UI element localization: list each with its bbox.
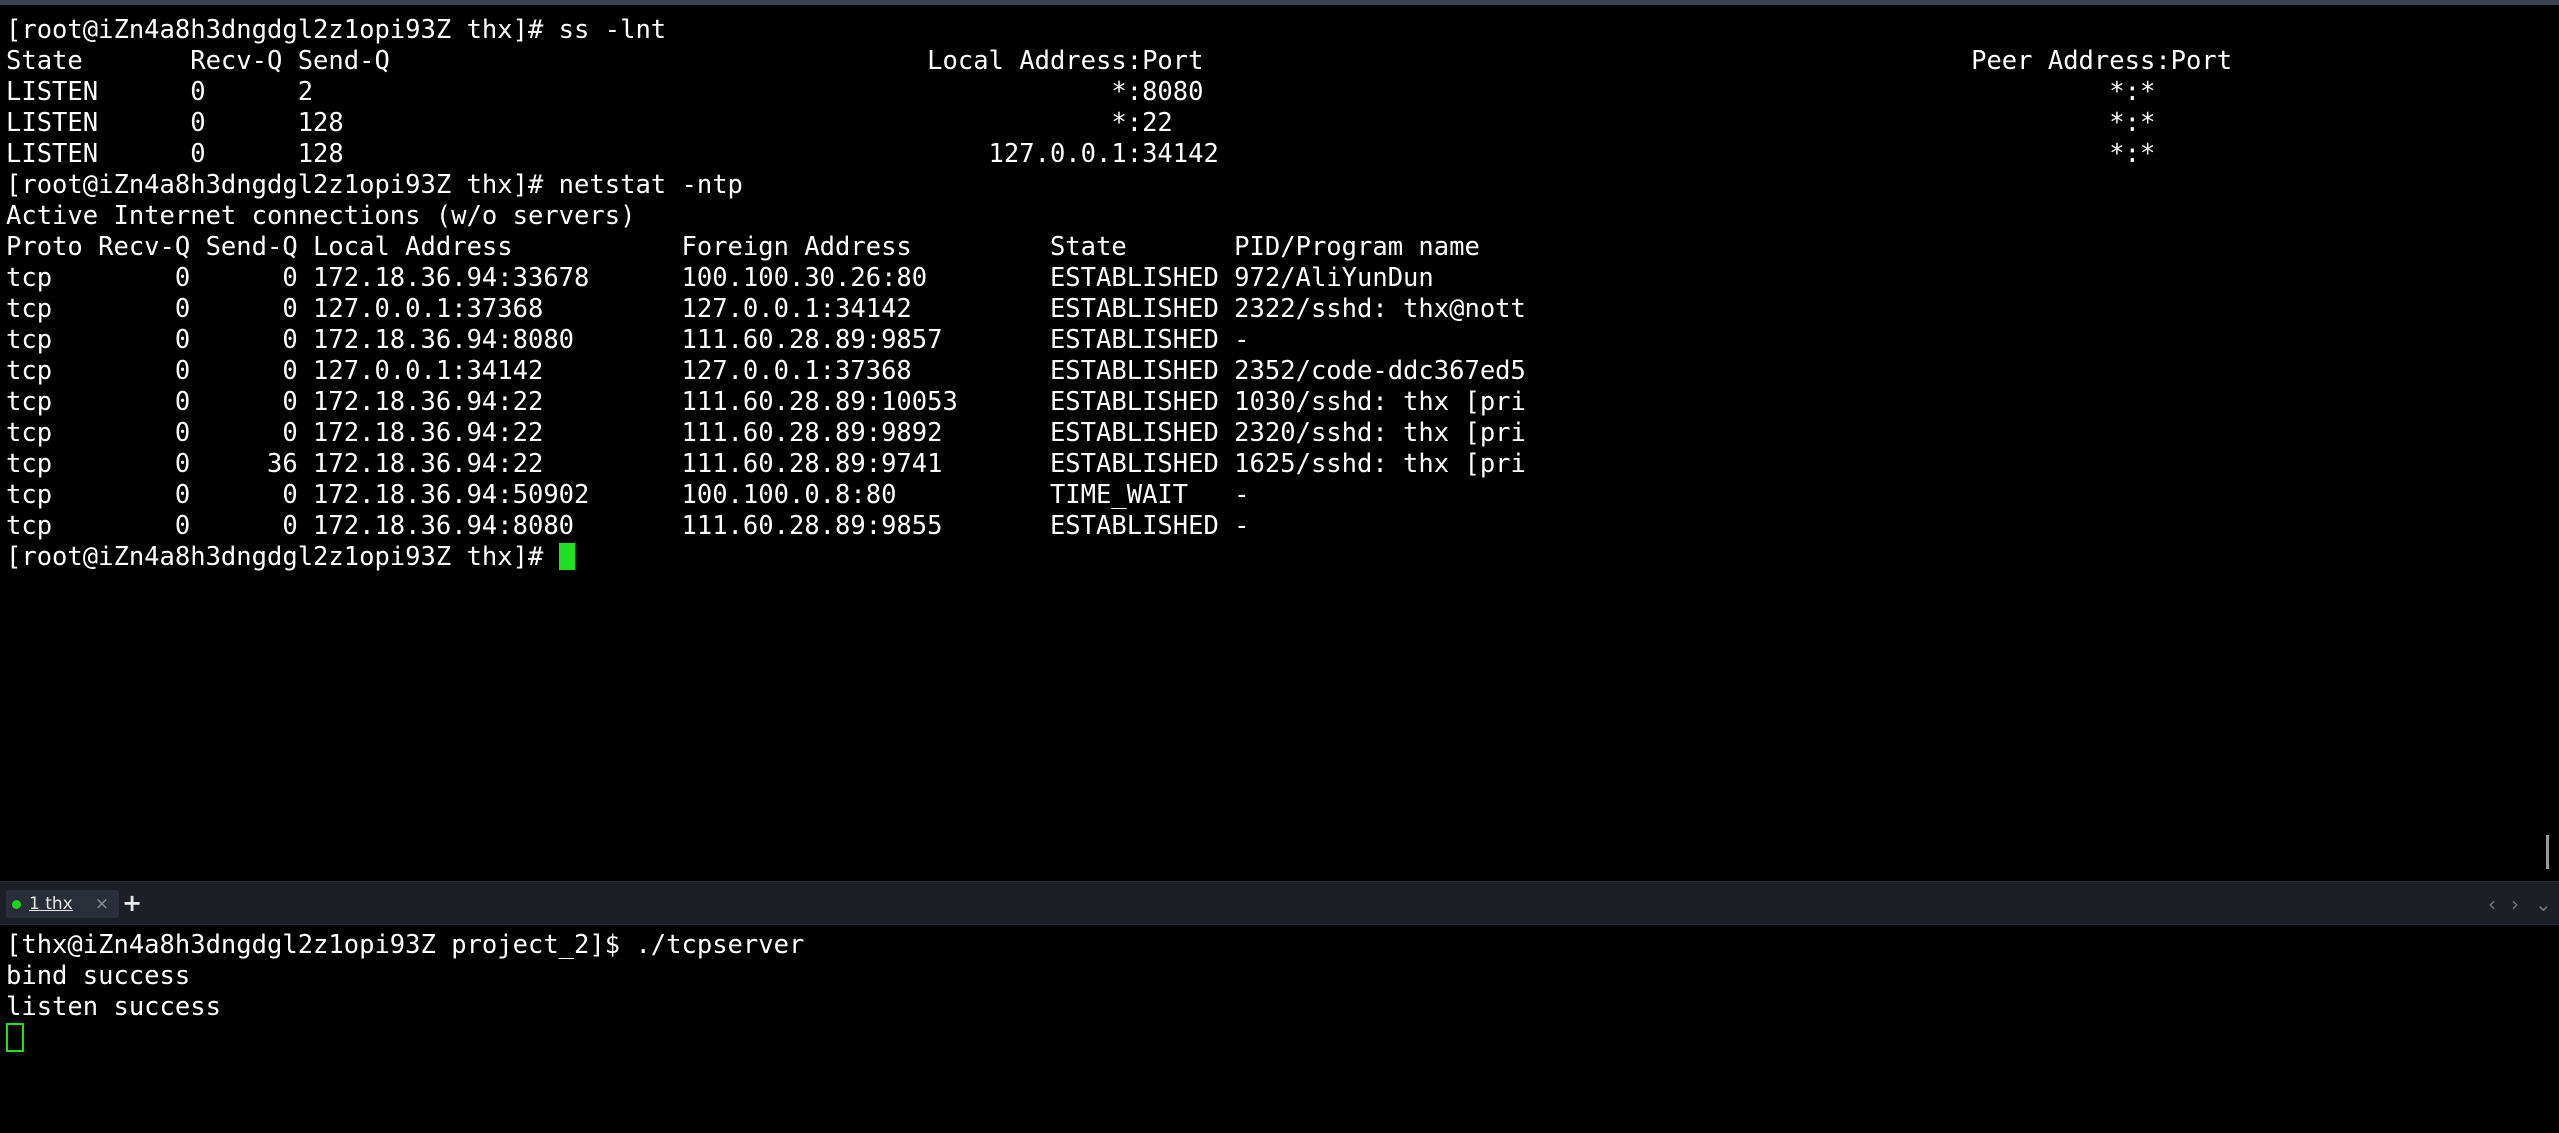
terminal-prompt-line[interactable]: [root@iZn4a8h3dngdgl2z1opi93Z thx]# [6, 542, 2232, 573]
chevron-left-icon[interactable]: ‹ [2488, 890, 2496, 918]
top-terminal-pane[interactable]: [root@iZn4a8h3dngdgl2z1opi93Z thx]# ss -… [0, 5, 2559, 881]
terminal-line: tcp 0 0 172.18.36.94:8080 111.60.28.89:9… [6, 511, 1250, 541]
terminal-cursor [558, 543, 575, 570]
close-icon[interactable]: × [95, 894, 109, 914]
terminal-line: Proto Recv-Q Send-Q Local Address Foreig… [6, 232, 1480, 262]
terminal-line: LISTEN 0 2 *:8080 *:* [6, 77, 2156, 107]
terminal-line: tcp 0 0 127.0.0.1:37368 127.0.0.1:34142 … [6, 294, 1526, 324]
status-dot-icon [12, 899, 21, 909]
terminal-line: tcp 0 0 172.18.36.94:50902 100.100.0.8:8… [6, 480, 1250, 510]
chevron-right-icon[interactable]: › [2511, 890, 2519, 918]
terminal-cursor-inactive [6, 1023, 24, 1052]
terminal-line: tcp 0 0 127.0.0.1:34142 127.0.0.1:37368 … [6, 356, 1526, 386]
chevron-down-icon[interactable]: ⌄ [2535, 890, 2552, 918]
terminal-line: tcp 0 0 172.18.36.94:8080 111.60.28.89:9… [6, 325, 1250, 355]
terminal-line: [thx@iZn4a8h3dngdgl2z1opi93Z project_2]$… [6, 930, 805, 960]
add-tab-button[interactable]: + [122, 889, 142, 917]
bottom-terminal-output: [thx@iZn4a8h3dngdgl2z1opi93Z project_2]$… [6, 930, 804, 1054]
tab-1-thx[interactable]: 1 thx × [6, 890, 119, 918]
terminal-line: Active Internet connections (w/o servers… [6, 201, 636, 231]
terminal-line: State Recv-Q Send-Q Local Address:Port P… [6, 46, 2233, 76]
terminal-tab-bar: 1 thx × + ‹ › ⌄ [0, 881, 2559, 925]
tab-label: 1 thx [29, 894, 73, 914]
terminal-line: tcp 0 0 172.18.36.94:33678 100.100.30.26… [6, 263, 1434, 293]
top-terminal-output: [root@iZn4a8h3dngdgl2z1opi93Z thx]# ss -… [6, 15, 2232, 573]
terminal-line: [root@iZn4a8h3dngdgl2z1opi93Z thx]# ss -… [6, 15, 667, 45]
terminal-line: LISTEN 0 128 *:22 *:* [6, 108, 2156, 138]
bottom-terminal-pane[interactable]: [thx@iZn4a8h3dngdgl2z1opi93Z project_2]$… [0, 925, 2559, 1133]
terminal-line: tcp 0 36 172.18.36.94:22 111.60.28.89:97… [6, 449, 1526, 479]
terminal-input-line[interactable] [6, 1023, 804, 1054]
terminal-line: LISTEN 0 128 127.0.0.1:34142 *:* [6, 139, 2156, 169]
terminal-prompt: [root@iZn4a8h3dngdgl2z1opi93Z thx]# [6, 542, 559, 572]
scrollbar-thumb[interactable] [2546, 835, 2549, 869]
terminal-line: tcp 0 0 172.18.36.94:22 111.60.28.89:100… [6, 387, 1526, 417]
terminal-line: tcp 0 0 172.18.36.94:22 111.60.28.89:989… [6, 418, 1526, 448]
terminal-line: [root@iZn4a8h3dngdgl2z1opi93Z thx]# nets… [6, 170, 743, 200]
terminal-line: bind success [6, 961, 191, 991]
terminal-line: listen success [6, 992, 221, 1022]
